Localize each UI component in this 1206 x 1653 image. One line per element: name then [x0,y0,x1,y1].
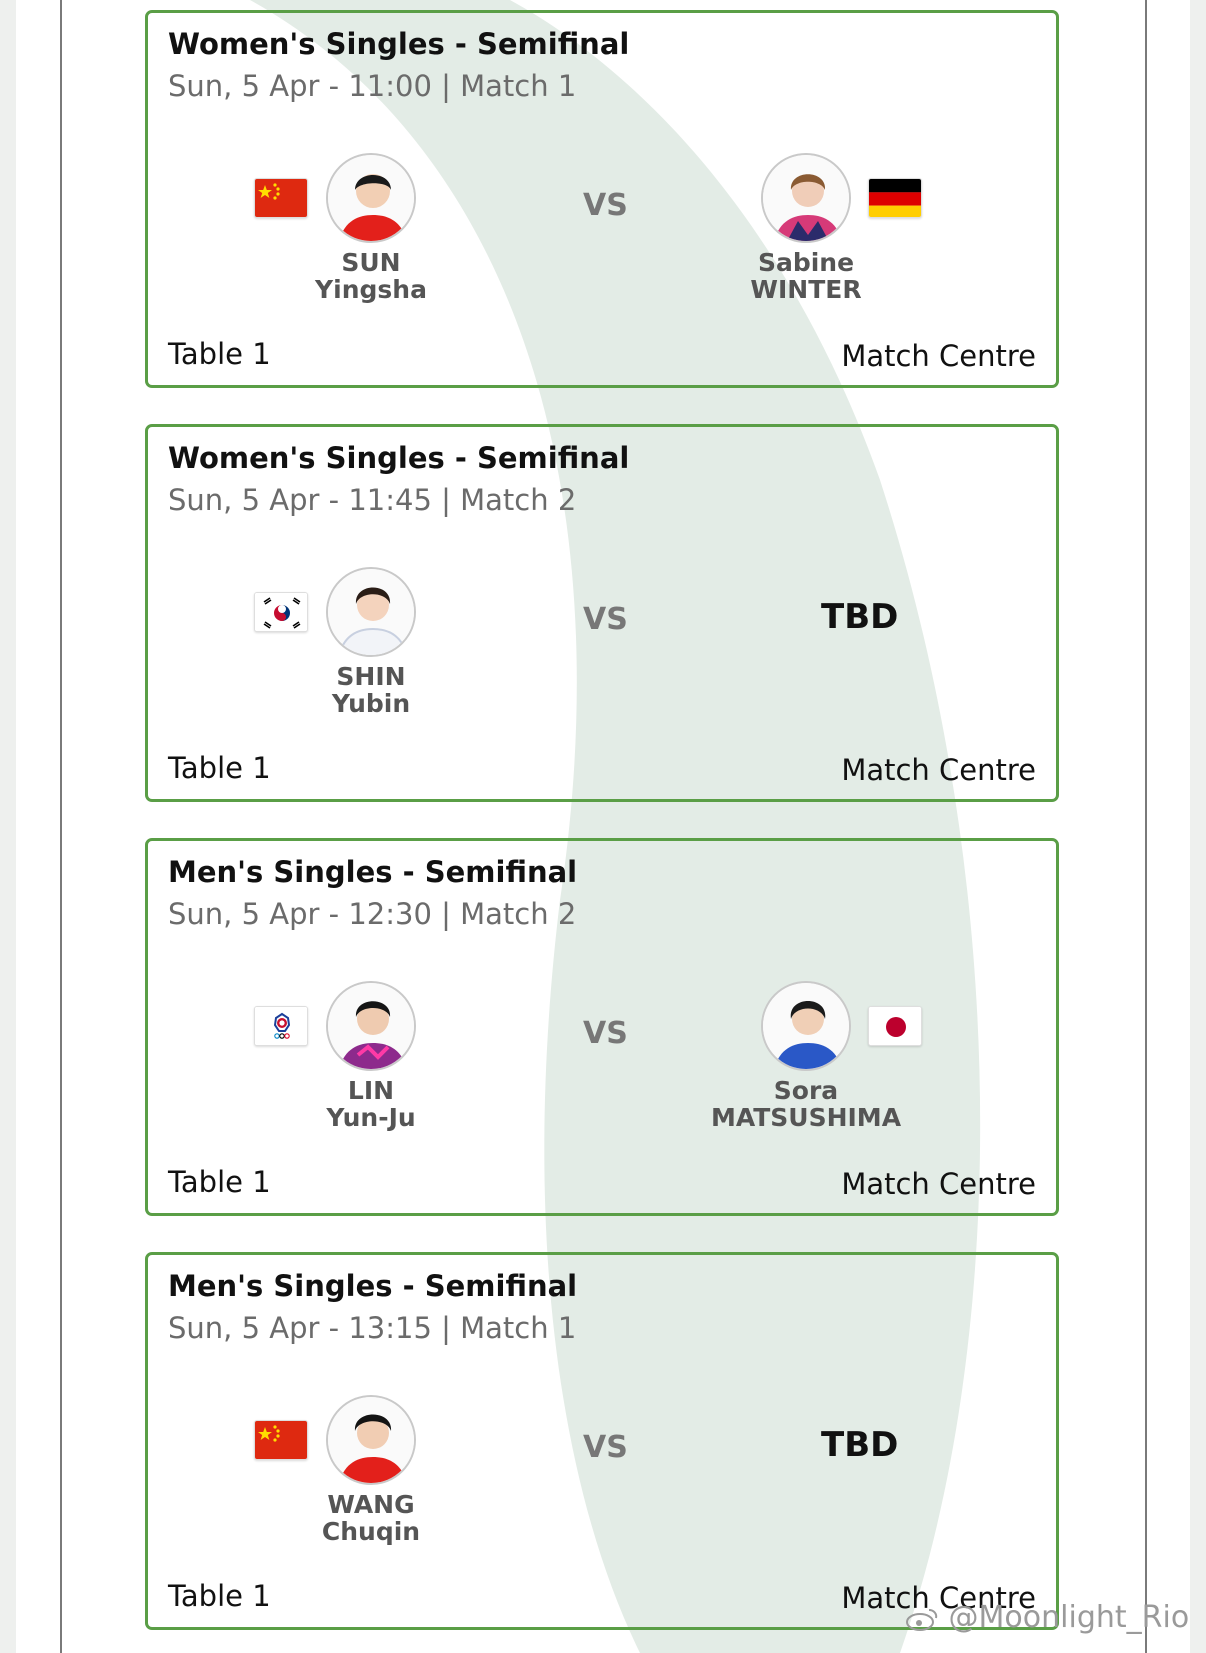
player-left[interactable]: LIN Yun-Ju [246,981,506,1131]
japan-flag-icon [868,1006,922,1046]
weibo-icon [906,1608,938,1631]
player-first-name: WANG [327,1490,415,1519]
player-left[interactable]: SHIN Yubin [246,567,506,717]
match-card-4[interactable]: Men's Singles - Semifinal Sun, 5 Apr - 1… [145,1252,1059,1630]
china-flag-icon [254,1420,308,1460]
china-flag-icon [254,178,308,218]
player-last-name: Yubin [331,689,411,718]
match-time: Sun, 5 Apr - 11:00 | Match 1 [168,69,577,103]
event-title: Men's Singles - Semifinal [168,855,578,889]
match-time: Sun, 5 Apr - 11:45 | Match 2 [168,483,577,517]
player-first-name: SUN [341,248,401,277]
match-centre-link[interactable]: Match Centre [841,753,1036,787]
player-left[interactable]: WANG Chuqin [246,1395,506,1545]
player-avatar[interactable] [326,153,416,243]
event-title: Women's Singles - Semifinal [168,441,630,475]
vs-label: VS [583,188,628,223]
table-label: Table 1 [168,1579,271,1613]
opponent-tbd: TBD [821,1425,899,1465]
chinese-taipei-flag-icon [254,1006,308,1046]
table-label: Table 1 [168,337,271,371]
player-first-name: Sora [773,1076,839,1105]
player-last-name: Yun-Ju [326,1103,416,1132]
vs-label: VS [583,1016,628,1051]
player-first-name: Sabine [757,248,855,277]
player-right[interactable]: Sabine WINTER [676,153,936,303]
event-title: Women's Singles - Semifinal [168,27,630,61]
match-centre-link[interactable]: Match Centre [841,339,1036,373]
match-centre-link[interactable]: Match Centre [841,1167,1036,1201]
player-last-name: Yingsha [315,275,427,304]
match-time: Sun, 5 Apr - 13:15 | Match 1 [168,1311,577,1345]
player-left[interactable]: SUN Yingsha [246,153,506,303]
germany-flag-icon [868,178,922,218]
player-last-name: MATSUSHIMA [710,1103,902,1132]
watermark: @Moonlight_Rio [905,1600,1189,1635]
player-last-name: Chuqin [321,1517,421,1546]
player-avatar[interactable] [326,1395,416,1485]
event-title: Men's Singles - Semifinal [168,1269,578,1303]
match-card-1[interactable]: Women's Singles - Semifinal Sun, 5 Apr -… [145,10,1059,388]
player-avatar[interactable] [326,567,416,657]
player-avatar[interactable] [326,981,416,1071]
player-first-name: SHIN [336,662,406,691]
match-time: Sun, 5 Apr - 12:30 | Match 2 [168,897,577,931]
table-label: Table 1 [168,1165,271,1199]
match-card-3[interactable]: Men's Singles - Semifinal Sun, 5 Apr - 1… [145,838,1059,1216]
player-right[interactable]: Sora MATSUSHIMA [676,981,936,1131]
vs-label: VS [583,602,628,637]
player-avatar[interactable] [761,981,851,1071]
watermark-text: @Moonlight_Rio [948,1600,1190,1635]
opponent-tbd: TBD [821,597,899,637]
table-label: Table 1 [168,751,271,785]
player-last-name: WINTER [750,275,862,304]
south-korea-flag-icon [254,592,308,632]
player-avatar[interactable] [761,153,851,243]
match-card-2[interactable]: Women's Singles - Semifinal Sun, 5 Apr -… [145,424,1059,802]
player-first-name: LIN [347,1076,395,1105]
vs-label: VS [583,1430,628,1465]
